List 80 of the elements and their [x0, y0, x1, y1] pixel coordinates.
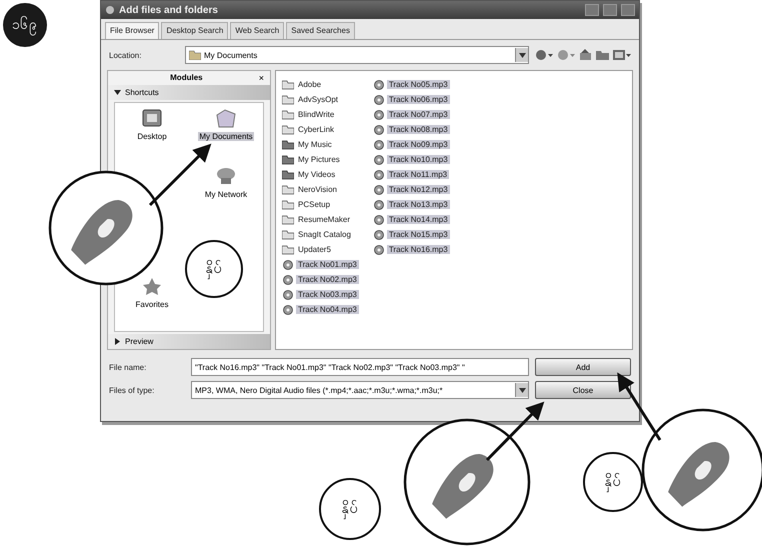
tab[interactable]: Saved Searches	[286, 22, 355, 39]
file-item[interactable]: Track No01.mp3	[296, 260, 359, 269]
window-title: Add files and folders	[119, 4, 219, 16]
page-number-badge: ၁၆၉	[3, 3, 47, 47]
audio-file-icon	[282, 274, 294, 284]
tab[interactable]: Web Search	[230, 22, 284, 39]
shortcut-label[interactable]: Desktop	[136, 132, 168, 141]
file-item[interactable]: Track No04.mp3	[296, 305, 359, 314]
close-button[interactable]: ×	[258, 73, 264, 83]
tab[interactable]: File Browser	[105, 22, 160, 39]
audio-file-icon	[372, 124, 385, 134]
file-item[interactable]: Track No02.mp3	[296, 275, 359, 284]
file-item[interactable]: My Pictures	[296, 155, 342, 164]
file-item[interactable]: Track No15.mp3	[386, 230, 450, 239]
close-button[interactable]: Close	[535, 381, 631, 399]
audio-file-icon	[372, 94, 385, 104]
audio-file-icon	[372, 110, 385, 120]
shortcut-label[interactable]: Favorites	[134, 300, 170, 309]
audio-file-icon	[372, 184, 385, 194]
file-item[interactable]: Track No16.mp3	[386, 245, 450, 254]
file-item[interactable]: Updater5	[296, 245, 333, 254]
file-item[interactable]: Track No14.mp3	[386, 215, 450, 224]
file-item[interactable]: Track No13.mp3	[386, 200, 450, 209]
file-item[interactable]: CyberLink	[296, 125, 336, 134]
file-item[interactable]: PCSetup	[296, 200, 332, 209]
pointer-arrow	[617, 372, 662, 441]
file-type-label: Files of type:	[109, 386, 156, 394]
audio-file-icon	[372, 80, 385, 90]
audio-file-icon	[282, 290, 294, 300]
click-callout: နှိပ်	[319, 478, 381, 540]
file-item[interactable]: AdvSysOpt	[296, 95, 340, 104]
file-item[interactable]: ResumeMaker	[296, 215, 352, 224]
shortcut-label[interactable]: My Network	[204, 190, 248, 199]
up-folder-icon[interactable]	[579, 49, 592, 61]
add-button[interactable]: Add	[535, 358, 631, 376]
file-item[interactable]: Track No10.mp3	[386, 155, 450, 164]
new-folder-icon[interactable]	[596, 49, 609, 61]
app-icon	[105, 5, 115, 15]
audio-file-icon	[282, 260, 294, 270]
file-item[interactable]: Track No05.mp3	[386, 80, 450, 89]
back-icon[interactable]	[535, 49, 553, 61]
dropdown-arrow-icon	[518, 52, 526, 58]
audio-file-icon	[372, 200, 385, 210]
audio-file-icon	[372, 230, 385, 240]
audio-file-icon	[372, 214, 385, 224]
file-item[interactable]: Adobe	[296, 80, 324, 89]
file-item[interactable]: My Music	[296, 140, 334, 149]
tab[interactable]: Desktop Search	[161, 22, 228, 39]
file-item[interactable]: Track No06.mp3	[386, 95, 450, 104]
file-item[interactable]: Track No07.mp3	[386, 110, 450, 119]
panel-title: Modules	[169, 73, 204, 83]
desktop-icon[interactable]	[140, 107, 164, 129]
file-item[interactable]: Track No11.mp3	[386, 170, 450, 179]
shortcut-label[interactable]: My Documents	[198, 132, 254, 141]
file-name-field[interactable]: "Track No16.mp3" "Track No01.mp3" "Track No02.mp3" "Track No03.mp3" "	[191, 358, 529, 376]
file-item[interactable]: Track No08.mp3	[386, 125, 450, 134]
location-label: Location:	[109, 50, 142, 60]
dropdown-arrow-icon	[518, 388, 526, 392]
audio-file-icon	[372, 244, 385, 254]
file-item[interactable]: My Videos	[296, 170, 338, 179]
section-header[interactable]: Shortcuts	[108, 85, 270, 100]
file-item[interactable]: Track No12.mp3	[386, 185, 450, 194]
file-type-dropdown[interactable]: MP3, WMA, Nero Digital Audio files (*.mp4;*.aac;*.m3u;*.wma;*.m3u;*	[191, 381, 529, 399]
location-dropdown[interactable]: My Documents	[185, 46, 529, 64]
view-menu-icon[interactable]	[613, 49, 631, 61]
file-item[interactable]: NeroVision	[296, 185, 339, 194]
audio-file-icon	[372, 140, 385, 150]
file-name-label: File name:	[109, 362, 148, 372]
file-item[interactable]: SnagIt Catalog	[296, 230, 353, 239]
audio-file-icon	[372, 170, 385, 180]
collapsed-arrow-icon	[114, 338, 121, 345]
audio-file-icon	[282, 304, 294, 314]
section-header[interactable]: Preview	[108, 334, 270, 349]
audio-file-icon	[372, 154, 385, 164]
file-item[interactable]: Track No03.mp3	[296, 290, 359, 299]
file-item[interactable]: BlindWrite	[296, 110, 336, 119]
expanded-arrow-icon	[114, 89, 121, 96]
click-callout: နှိပ်	[583, 452, 643, 512]
file-item[interactable]: Track No09.mp3	[386, 140, 450, 149]
pointer-arrow	[486, 402, 544, 462]
